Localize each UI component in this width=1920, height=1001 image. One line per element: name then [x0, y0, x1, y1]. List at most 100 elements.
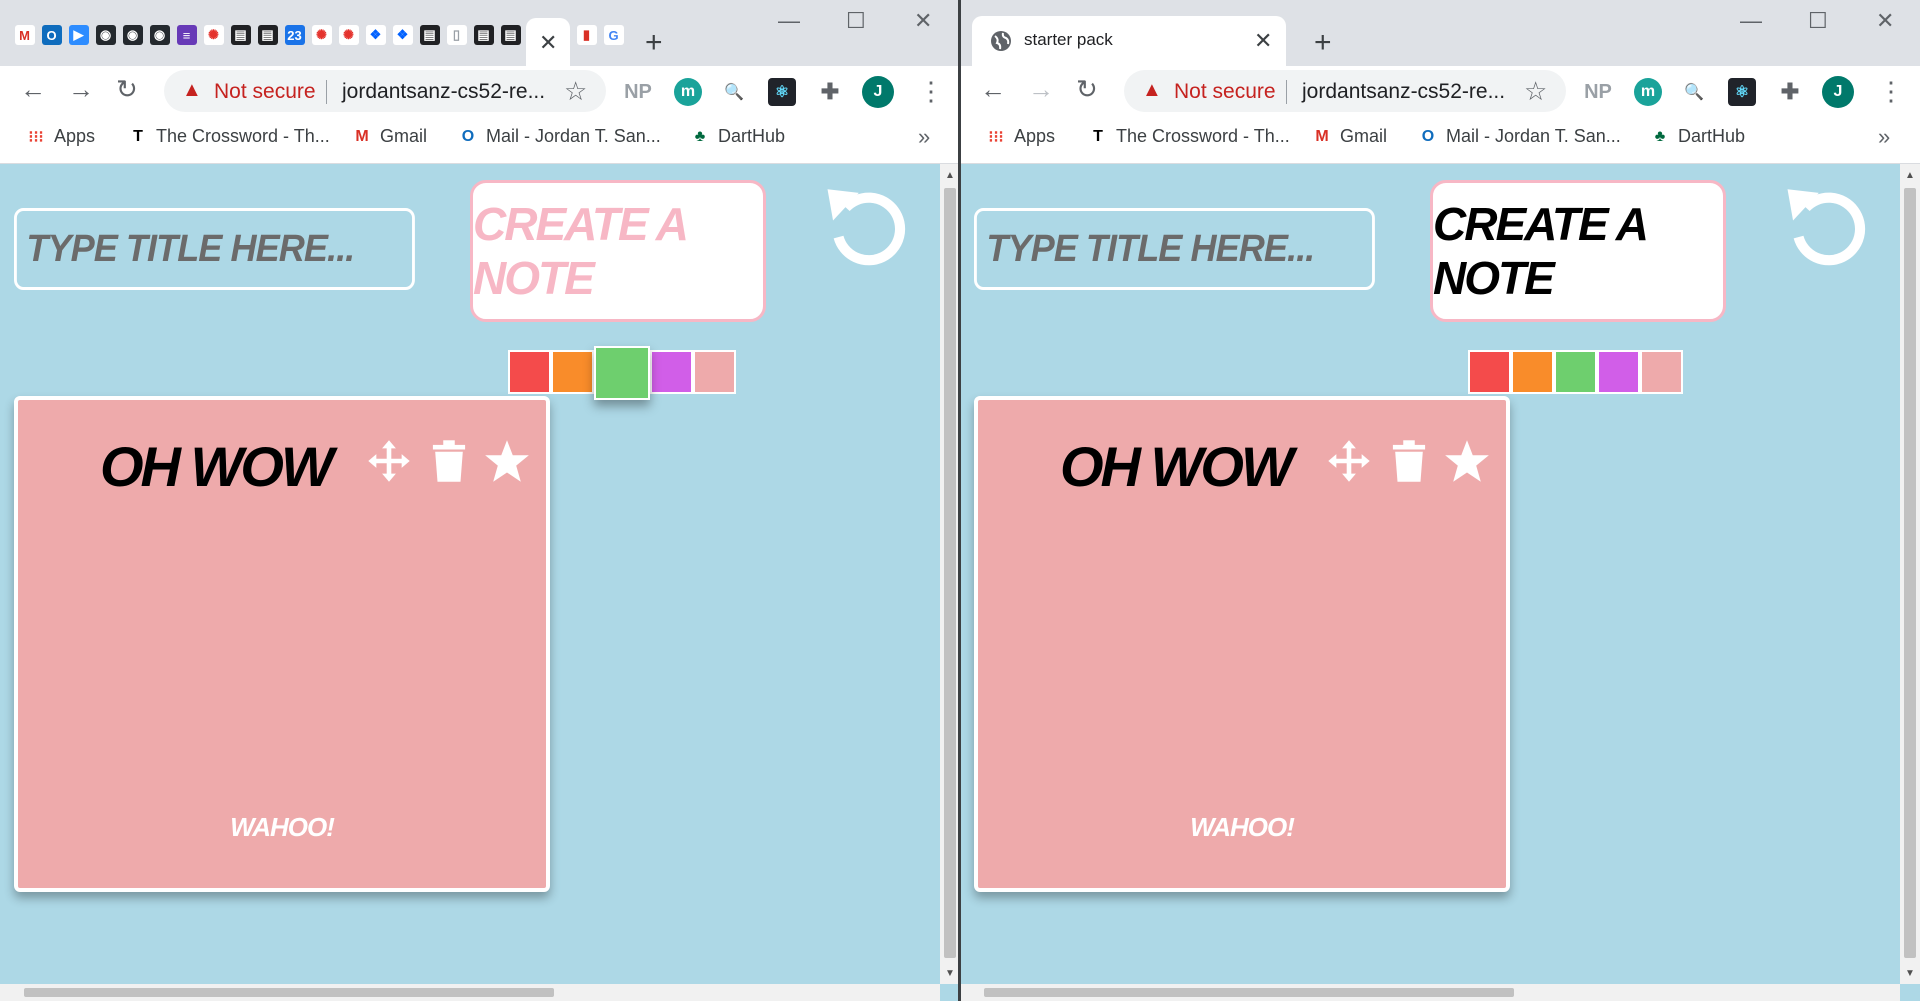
minimize-button[interactable]: —: [778, 8, 800, 34]
github-tab-icon[interactable]: ◉: [93, 22, 118, 48]
bookmark-apps[interactable]: ⁝⁝⁝ Apps: [26, 126, 95, 147]
trash-icon[interactable]: [426, 438, 472, 484]
canvas-tab-icon[interactable]: ✺: [201, 22, 226, 48]
bookmark-mail[interactable]: O Mail - Jordan T. San...: [1418, 126, 1621, 147]
magnifier-extension-icon[interactable]: 🔍: [1680, 78, 1708, 106]
move-icon[interactable]: [1326, 438, 1372, 484]
color-swatch-1[interactable]: [1468, 350, 1511, 394]
react-devtools-icon[interactable]: ⚛: [768, 78, 796, 106]
maximize-button[interactable]: ☐: [846, 8, 866, 34]
back-button[interactable]: ←: [980, 74, 1006, 105]
file-tab-icon[interactable]: ▮: [574, 22, 599, 48]
close-tab-icon[interactable]: ✕: [539, 30, 557, 56]
zoom-tab-icon[interactable]: ▶: [66, 22, 91, 48]
extensions-puzzle-icon[interactable]: ✚: [1776, 78, 1804, 106]
star-icon[interactable]: [484, 438, 530, 484]
profile-avatar[interactable]: J: [1822, 76, 1854, 108]
color-swatch-5[interactable]: [1640, 350, 1683, 394]
scroll-down-icon[interactable]: ▼: [945, 968, 955, 979]
reload-button[interactable]: ↻: [1076, 74, 1098, 105]
h-scrollbar-thumb[interactable]: [984, 988, 1514, 997]
dropbox-tab-icon[interactable]: ❖: [363, 22, 388, 48]
doc-tab-icon[interactable]: ▯: [444, 22, 469, 48]
np-extension-icon[interactable]: NP: [624, 78, 652, 106]
vertical-scrollbar[interactable]: ▲ ▼: [940, 164, 960, 984]
m-extension-icon[interactable]: m: [674, 78, 702, 106]
new-tab-button[interactable]: +: [1314, 26, 1332, 60]
notes-tab-icon[interactable]: ▤: [255, 22, 280, 48]
url-text[interactable]: jordantsanz-cs52-re...: [342, 80, 545, 104]
outlook-tab-icon[interactable]: O: [39, 22, 64, 48]
note-card[interactable]: OH WOW WAHOO!: [14, 396, 550, 892]
color-swatch-5[interactable]: [693, 350, 736, 394]
scroll-up-icon[interactable]: ▲: [945, 170, 955, 181]
active-tab[interactable]: starter pack ✕: [972, 16, 1286, 72]
not-secure-label[interactable]: Not secure: [1174, 80, 1276, 104]
scroll-down-icon[interactable]: ▼: [1905, 968, 1915, 979]
forward-button[interactable]: →: [1028, 74, 1054, 105]
vertical-scrollbar[interactable]: ▲ ▼: [1900, 164, 1920, 984]
maximize-button[interactable]: ☐: [1808, 8, 1828, 34]
close-window-button[interactable]: ✕: [914, 8, 932, 34]
not-secure-label[interactable]: Not secure: [214, 80, 316, 104]
profile-avatar[interactable]: J: [862, 76, 894, 108]
bookmarks-more-icon[interactable]: »: [1878, 124, 1890, 150]
color-swatch-4[interactable]: [1597, 350, 1640, 394]
browser-menu-icon[interactable]: ⋮: [918, 76, 944, 107]
github-tab-icon[interactable]: ◉: [147, 22, 172, 48]
active-tab[interactable]: ✕: [526, 18, 570, 72]
color-swatch-2[interactable]: [551, 350, 594, 394]
address-bar[interactable]: ▲ Not secure jordantsanz-cs52-re... ☆: [1124, 70, 1566, 112]
calendar-tab-icon[interactable]: 23: [282, 22, 307, 48]
extensions-puzzle-icon[interactable]: ✚: [816, 78, 844, 106]
bookmark-the[interactable]: T The Crossword - Th...: [128, 126, 330, 147]
np-extension-icon[interactable]: NP: [1584, 78, 1612, 106]
note-title-input[interactable]: [14, 208, 415, 290]
color-swatch-4[interactable]: [650, 350, 693, 394]
bookmark-gmail[interactable]: M Gmail: [1312, 126, 1387, 147]
horizontal-scrollbar[interactable]: [0, 984, 940, 1001]
google-tab-icon[interactable]: G: [601, 22, 626, 48]
notes-tab-icon[interactable]: ▤: [471, 22, 496, 48]
color-swatch-1[interactable]: [508, 350, 551, 394]
note-body[interactable]: WAHOO!: [978, 812, 1506, 843]
bookmark-the[interactable]: T The Crossword - Th...: [1088, 126, 1290, 147]
m-extension-icon[interactable]: m: [1634, 78, 1662, 106]
horizontal-scrollbar[interactable]: [960, 984, 1900, 1001]
canvas-tab-icon[interactable]: ✺: [309, 22, 334, 48]
bookmark-darthub[interactable]: ♣ DartHub: [690, 126, 785, 147]
dropbox-tab-icon[interactable]: ❖: [390, 22, 415, 48]
minimize-button[interactable]: —: [1740, 8, 1762, 34]
color-swatch-3[interactable]: [1554, 350, 1597, 394]
close-window-button[interactable]: ✕: [1876, 8, 1894, 34]
bookmarks-more-icon[interactable]: »: [918, 124, 930, 150]
bookmark-star-icon[interactable]: ☆: [1524, 76, 1547, 107]
note-title-input[interactable]: [974, 208, 1375, 290]
create-note-button[interactable]: CREATE A NOTE: [1430, 180, 1726, 322]
scrollbar-thumb[interactable]: [1904, 188, 1916, 958]
bookmark-darthub[interactable]: ♣ DartHub: [1650, 126, 1745, 147]
color-swatch-2[interactable]: [1511, 350, 1554, 394]
bookmark-star-icon[interactable]: ☆: [564, 76, 587, 107]
forward-button[interactable]: →: [68, 74, 94, 105]
note-card[interactable]: OH WOW WAHOO!: [974, 396, 1510, 892]
address-bar[interactable]: ▲ Not secure jordantsanz-cs52-re... ☆: [164, 70, 606, 112]
new-tab-button[interactable]: +: [645, 26, 663, 60]
bookmark-apps[interactable]: ⁝⁝⁝ Apps: [986, 126, 1055, 147]
trash-icon[interactable]: [1386, 438, 1432, 484]
back-button[interactable]: ←: [20, 74, 46, 105]
notes-tab-icon[interactable]: ▤: [228, 22, 253, 48]
scrollbar-thumb[interactable]: [944, 188, 956, 958]
canvas-tab-icon[interactable]: ✺: [336, 22, 361, 48]
url-text[interactable]: jordantsanz-cs52-re...: [1302, 80, 1505, 104]
gmail-tab-icon[interactable]: M: [12, 22, 37, 48]
close-tab-icon[interactable]: ✕: [1254, 28, 1272, 54]
undo-icon[interactable]: [1782, 180, 1874, 272]
notes-tab-icon[interactable]: ▤: [498, 22, 523, 48]
move-icon[interactable]: [366, 438, 412, 484]
bookmark-mail[interactable]: O Mail - Jordan T. San...: [458, 126, 661, 147]
color-swatch-3[interactable]: [594, 346, 650, 400]
bookmark-gmail[interactable]: M Gmail: [352, 126, 427, 147]
scroll-up-icon[interactable]: ▲: [1905, 170, 1915, 181]
browser-menu-icon[interactable]: ⋮: [1878, 76, 1904, 107]
